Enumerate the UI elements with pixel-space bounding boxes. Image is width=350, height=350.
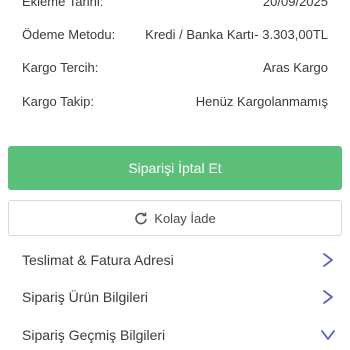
easy-return-label: Kolay İade [154,210,216,226]
chevron-right-icon [320,252,336,268]
delivery-billing-address-label: Teslimat & Fatura Adresi [22,252,174,268]
shipping-choice-value: Aras Kargo [262,60,328,75]
shipping-tracking-label: Kargo Takip: [22,94,95,109]
chevron-down-icon [320,327,336,343]
order-history-label: Sipariş Geçmiş Bilgileri [22,327,166,343]
order-date-value: 20/09/2025 [262,0,328,9]
refresh-icon [134,211,148,225]
shipping-choice-label: Kargo Tercih: [22,60,99,75]
delivery-billing-address-section[interactable]: Teslimat & Fatura Adresi [22,245,336,275]
shipping-choice-row: Kargo Tercih: Aras Kargo [22,60,328,75]
order-products-label: Sipariş Ürün Bilgileri [22,289,149,305]
payment-method-value: Kredi / Banka Kartı- 3.303,00TL [145,27,328,42]
shipping-tracking-row: Kargo Takip: Henüz Kargolanmamış [22,94,328,109]
shipping-tracking-value: Henüz Kargolanmamış [195,94,328,109]
order-products-section[interactable]: Sipariş Ürün Bilgileri [22,282,336,312]
chevron-right-icon [320,289,336,305]
order-date-label: Ekleme Tarihi: [22,0,104,9]
easy-return-button[interactable]: Kolay İade [8,200,342,236]
payment-method-row: Ödeme Metodu: Kredi / Banka Kartı- 3.303… [22,27,328,42]
order-history-section[interactable]: Sipariş Geçmiş Bilgileri [22,320,336,350]
cancel-order-button[interactable]: Siparişi İptal Et [8,146,342,190]
order-date-row: Ekleme Tarihi: 20/09/2025 [22,0,328,9]
payment-method-label: Ödeme Metodu: [22,27,116,42]
